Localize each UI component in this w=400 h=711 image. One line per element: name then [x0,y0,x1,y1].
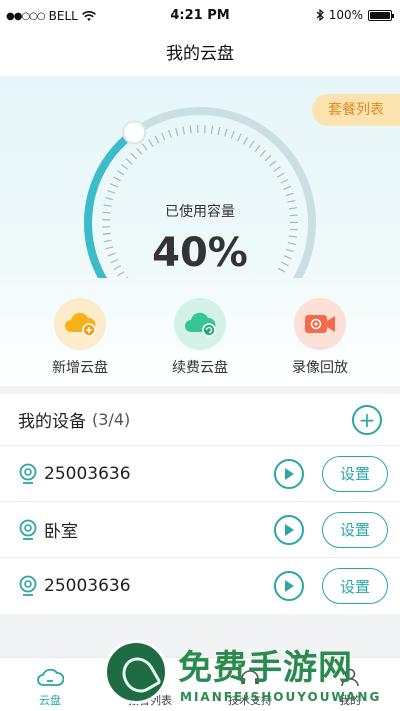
add-device-button[interactable]: + [352,404,382,435]
play-icon [285,467,294,480]
gauge-tick [237,133,242,142]
plan-list-button[interactable]: 套餐列表 [312,94,400,126]
device-count: (3/4) [92,410,131,429]
video-camera-icon [305,315,335,333]
camera-icon [19,463,37,484]
device-list-header: 我的设备 (3/4) + [0,394,400,446]
add-cloud-icon-wrap [54,298,106,350]
gauge-value: 40% [152,230,248,276]
page-title: 我的云盘 [166,44,234,64]
nav-bar: 我的云盘 [0,32,400,76]
play-icon [285,523,294,536]
gauge-tick [154,135,160,144]
gauge-tick [125,158,133,165]
play-button[interactable] [274,514,304,545]
gauge-tick [269,160,277,167]
gauge-tick [230,130,235,139]
device-row[interactable]: 25003636 设置 [0,558,400,614]
quick-actions: 新增云盘 续费云盘 录像回放 [0,298,400,386]
device-row[interactable]: 25003636 设置 [0,446,400,502]
gauge-tick [130,152,138,160]
gauge-tick [107,190,116,194]
cloud-add-icon [65,312,96,337]
tab-support-label: 技术支持 [228,694,272,707]
add-cloud-button[interactable]: 新增云盘 [30,298,130,386]
gauge-tick [273,166,281,172]
gauge-tick [243,137,249,145]
bluetooth-icon [316,9,324,21]
renew-cloud-button[interactable]: 续费云盘 [150,298,250,386]
video-playback-button[interactable]: 录像回放 [270,298,370,386]
gauge-tick [136,147,143,155]
gauge-tick [259,149,267,157]
status-right: 100% [316,8,394,22]
camera-icon [19,519,37,540]
battery-percent: 100% [328,8,363,22]
gauge-tick [113,176,121,182]
plus-icon: + [358,407,376,432]
device-name: 25003636 [44,576,131,596]
device-row[interactable]: 卧室 设置 [0,502,400,558]
gauge-tick [224,128,228,137]
status-bar: ●●○○○ BELL 4:21 PM 100% [0,0,400,32]
device-name: 25003636 [44,463,131,484]
user-icon [341,668,359,687]
gauge-tick [277,172,285,178]
video-playback-icon-wrap [294,298,346,350]
storage-overview: 套餐列表 已使用容量 40% 新增云盘 续费云盘 录像回放 [0,76,400,386]
video-playback-label: 录像回放 [292,360,348,376]
gauge-tick [121,276,129,283]
play-button[interactable] [274,458,304,489]
cloud-icon [37,668,64,686]
gauge-tick [148,139,154,147]
tab-bar: 云盘 报警列表 技术支持 我的 [0,657,400,711]
tab-me-label: 我的 [339,694,361,707]
support-icon [241,670,259,684]
renew-cloud-icon-wrap [174,298,226,350]
gauge-tick [283,185,292,190]
device-list: 我的设备 (3/4) + 25003636 设置 卧室 设置 25003636 … [0,394,400,614]
gauge-tick [109,183,118,188]
tab-cloud-label: 云盘 [39,694,61,707]
play-icon [285,580,294,592]
gauge-tick [248,140,255,149]
tab-alarm-list[interactable]: 报警列表 [100,658,200,711]
gauge-tick [168,130,172,138]
gauge-tick [182,126,185,135]
gauge-tick [161,132,166,141]
gauge-label: 已使用容量 [165,204,235,220]
tab-me[interactable]: 我的 [300,658,400,711]
gauge-tick [210,125,214,134]
gauge-tick [254,145,261,153]
gauge-tick [285,192,294,197]
device-name: 卧室 [44,522,78,542]
gauge-tick [217,126,221,136]
gauge-tick [280,178,289,184]
gauge-knob [122,120,147,145]
device-settings-button[interactable]: 设置 [322,511,388,548]
cloud-renew-icon [185,312,216,337]
tab-cloud[interactable]: 云盘 [0,658,100,711]
renew-cloud-label: 续费云盘 [172,360,228,376]
gauge-tick [264,154,272,162]
tab-alarm-list-label: 报警列表 [128,694,172,707]
tab-support[interactable]: 技术支持 [200,658,300,711]
camera-icon [19,575,37,596]
list-icon [140,668,160,686]
gauge-tick [141,143,148,151]
battery-icon [368,9,394,21]
storage-gauge: 已使用容量 40% [75,98,325,313]
play-button[interactable] [274,571,304,601]
gauge-tick [116,170,125,176]
gauge-tick [121,164,129,170]
device-settings-button[interactable]: 设置 [322,455,388,492]
gauge-tick [189,125,192,134]
device-list-title: 我的设备 [18,412,86,432]
add-cloud-label: 新增云盘 [52,360,108,376]
gauge-tick [175,127,179,136]
gauge-tick [105,197,114,201]
device-settings-button[interactable]: 设置 [322,568,388,604]
